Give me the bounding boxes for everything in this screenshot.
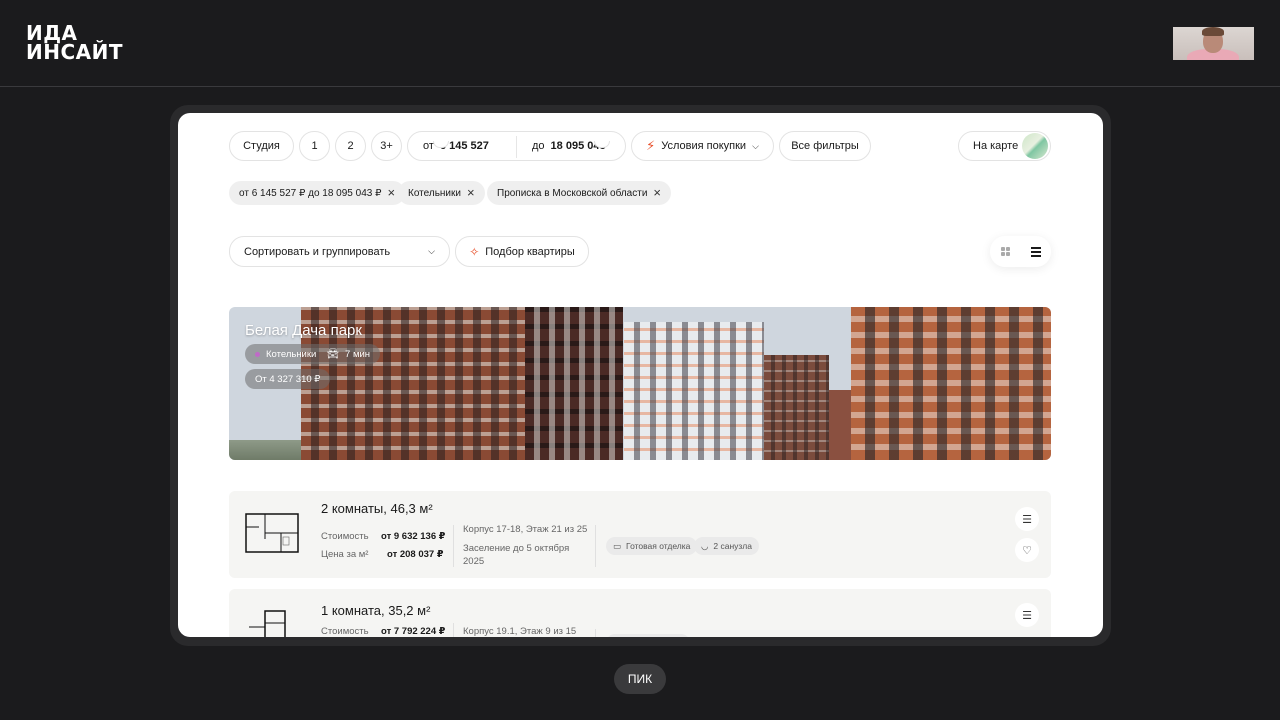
lightning-icon: ⚡ — [646, 138, 656, 153]
apartment-card[interactable]: 1 комната, 35,2 м² Стоимость от 7 792 22… — [229, 589, 1051, 637]
active-tag-registration[interactable]: Прописка в Московской области × — [487, 181, 671, 205]
chevron-down-icon: ⌵ — [428, 246, 435, 256]
feature-chip — [606, 634, 690, 637]
all-filters-button[interactable]: Все фильтры — [779, 131, 871, 161]
feature-bathrooms: ◡ 2 санузла — [694, 537, 759, 555]
car-icon: 🚘︎ — [326, 348, 340, 360]
apartment-picker-button[interactable]: ✧ Подбор квартиры — [455, 236, 589, 267]
close-icon[interactable]: × — [653, 186, 661, 199]
room-filter-studio[interactable]: Студия — [229, 131, 294, 161]
complex-name: Белая Дача парк — [245, 322, 362, 339]
apartment-title: 1 комната, 35,2 м² — [321, 603, 431, 618]
active-tag-metro[interactable]: Котельники × — [398, 181, 485, 205]
complex-price: От 4 327 310 ₽ — [245, 369, 331, 389]
complex-banner[interactable]: Белая Дача парк Котельники 🚘︎ 7 мин От 4… — [229, 307, 1051, 460]
grid-view-icon[interactable] — [1000, 247, 1010, 256]
apartment-title: 2 комнаты, 46,3 м² — [321, 501, 433, 516]
list-view-icon[interactable] — [1030, 246, 1041, 257]
active-tag-price[interactable]: от 6 145 527 ₽ до 18 095 043 ₽ × — [229, 181, 406, 205]
room-filter-1[interactable]: 1 — [299, 131, 330, 161]
developer-label: ПИК — [614, 664, 666, 694]
metro-line-icon — [255, 351, 260, 357]
room-filter-3plus[interactable]: 3+ — [371, 131, 402, 161]
room-filter-2[interactable]: 2 — [335, 131, 366, 161]
compare-icon[interactable]: ☰ — [1015, 603, 1039, 627]
map-view-button[interactable]: На карте — [958, 131, 1051, 161]
bathtub-icon: ◡ — [701, 540, 709, 551]
chevron-down-icon: ⌵ — [752, 140, 759, 151]
magic-wand-icon: ✧ — [469, 244, 480, 259]
map-thumbnail-icon — [1022, 133, 1048, 159]
compare-icon[interactable]: ☰ — [1015, 507, 1039, 531]
purchase-conditions-dropdown[interactable]: ⚡ Условия покупки ⌵ — [631, 131, 774, 161]
close-icon[interactable]: × — [467, 186, 475, 199]
floor-plan-image — [249, 610, 286, 637]
complex-location: Котельники 🚘︎ 7 мин — [245, 344, 381, 364]
app-screen: Студия 1 2 3+ от 6 145 527 до 18 095 043… — [178, 113, 1103, 637]
apartment-card[interactable]: 2 комнаты, 46,3 м² Стоимость от 9 632 13… — [229, 491, 1051, 578]
feature-finishing: ▭ Готовая отделка — [606, 537, 698, 555]
top-divider — [0, 86, 1280, 87]
view-toggle — [990, 236, 1051, 267]
webcam-video — [1173, 27, 1254, 60]
favorite-heart-icon[interactable]: ♡ — [1015, 538, 1039, 562]
close-icon[interactable]: × — [387, 186, 395, 199]
logo: ИДА ИНСАЙТ — [26, 21, 124, 64]
sort-group-dropdown[interactable]: Сортировать и группировать ⌵ — [229, 236, 450, 267]
floor-plan-image — [245, 513, 299, 553]
paint-roller-icon: ▭ — [613, 540, 622, 551]
